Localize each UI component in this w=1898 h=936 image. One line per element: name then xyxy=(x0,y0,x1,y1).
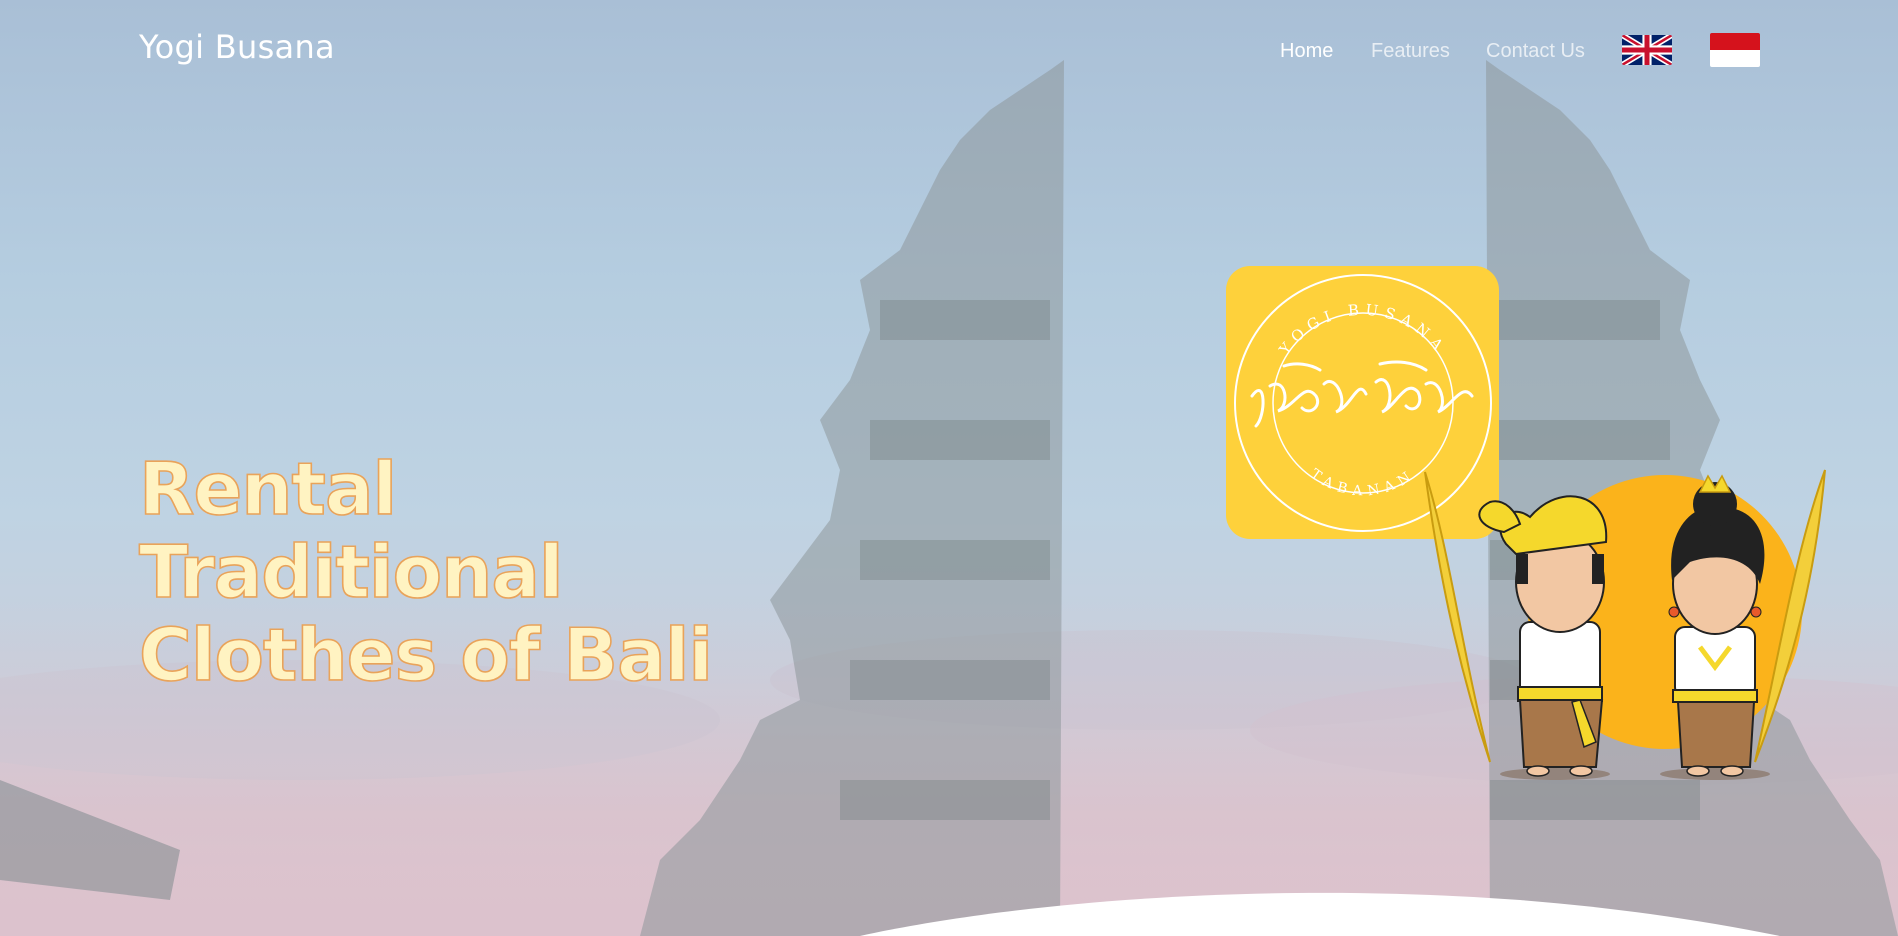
bottom-wave-divider xyxy=(860,892,1780,936)
hero-section: Yogi Busana Home Features Contact Us Ren… xyxy=(0,0,1898,936)
